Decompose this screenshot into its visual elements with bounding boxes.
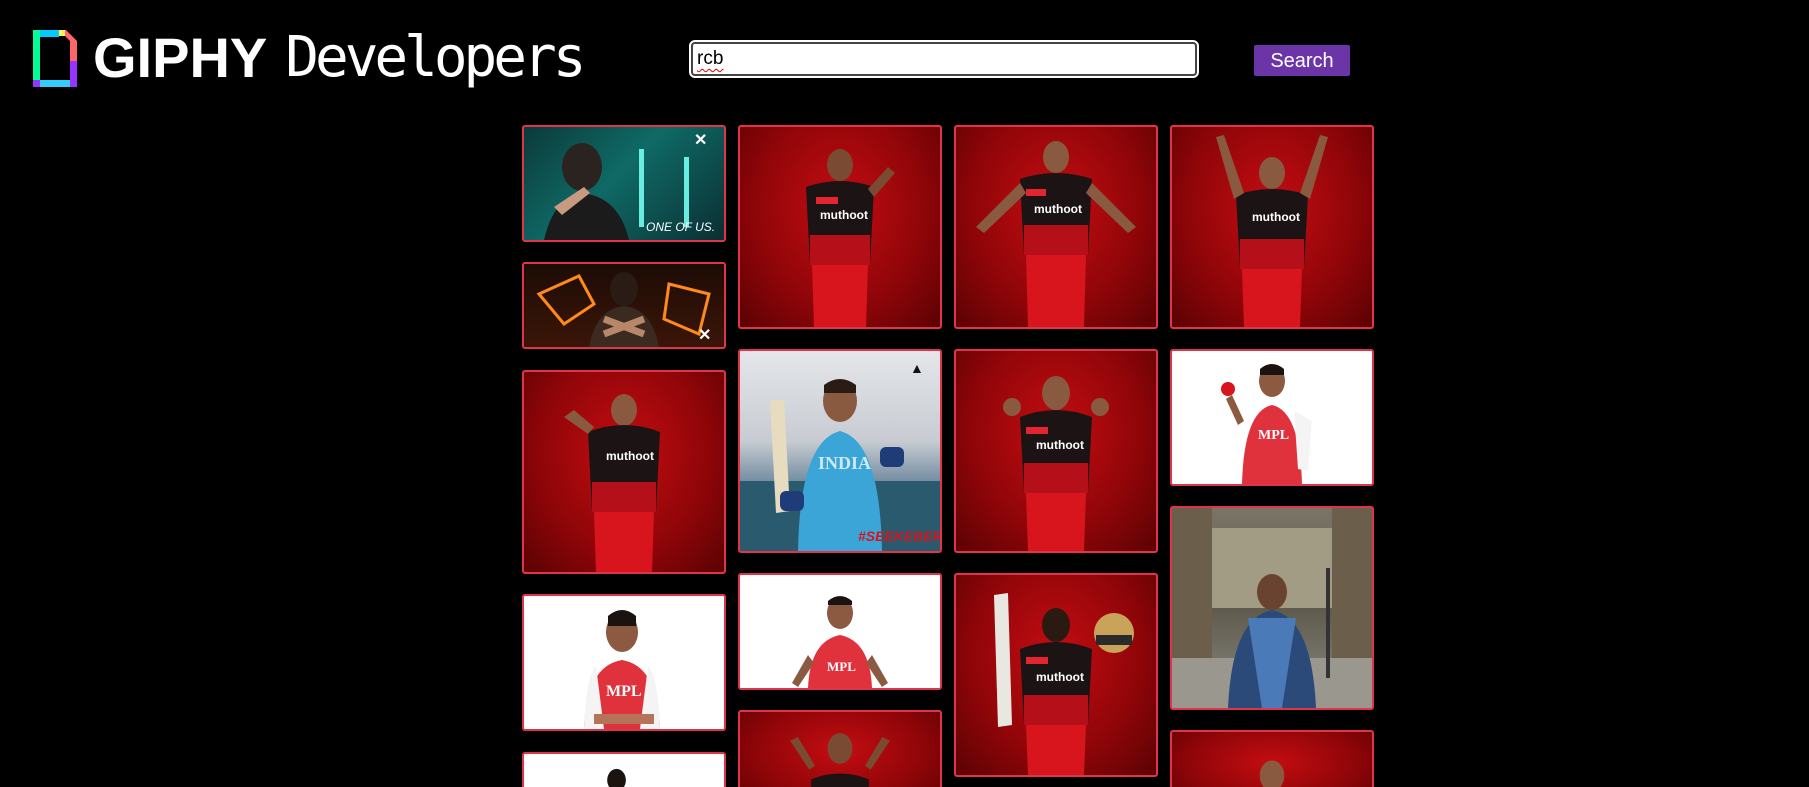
- gif-player-red-5[interactable]: muthoot: [954, 349, 1158, 553]
- gif-partial-white[interactable]: [522, 752, 726, 787]
- svg-text:✕: ✕: [698, 327, 711, 344]
- svg-text:muthoot: muthoot: [606, 449, 654, 463]
- gif-player-red-1[interactable]: muthoot: [738, 125, 942, 329]
- gif-player-red-4[interactable]: muthoot: [522, 370, 726, 574]
- gif-virat-india-bat[interactable]: INDIA ▲ #SEEKEBER: [738, 349, 942, 553]
- svg-text:MPL: MPL: [1258, 428, 1289, 443]
- gif-grid: ✕ ONE OF US. ✕ muthoot MPL muthoot INDIA…: [0, 0, 1809, 787]
- svg-text:muthoot: muthoot: [1036, 438, 1084, 452]
- gif-player-red-3[interactable]: muthoot: [1170, 125, 1374, 329]
- gif-virat-orange-neon[interactable]: ✕: [522, 262, 726, 349]
- brand-logo-icon: ✕: [694, 132, 707, 149]
- gif-player-red-2[interactable]: muthoot: [954, 125, 1158, 329]
- gif-caption: ONE OF US.: [646, 220, 715, 234]
- svg-text:muthoot: muthoot: [1034, 202, 1082, 216]
- gif-virat-mpl-thinking[interactable]: MPL: [522, 594, 726, 731]
- svg-text:muthoot: muthoot: [1252, 210, 1300, 224]
- svg-text:MPL: MPL: [606, 683, 642, 700]
- gif-virat-mpl-ball[interactable]: MPL: [1170, 349, 1374, 486]
- gif-partial-red-1[interactable]: [738, 710, 942, 787]
- svg-text:muthoot: muthoot: [1036, 670, 1084, 684]
- gif-player-red-helmet[interactable]: muthoot: [954, 573, 1158, 777]
- gif-virat-teal-neon[interactable]: ✕ ONE OF US.: [522, 125, 726, 242]
- gif-partial-red-2[interactable]: [1170, 730, 1374, 787]
- svg-text:INDIA: INDIA: [818, 453, 871, 473]
- gif-virat-street[interactable]: [1170, 506, 1374, 710]
- puma-icon: ▲: [910, 360, 924, 376]
- svg-text:#SEEKEBER: #SEEKEBER: [858, 528, 940, 544]
- gif-virat-mpl-cheer[interactable]: MPL: [738, 573, 942, 690]
- svg-text:muthoot: muthoot: [820, 208, 868, 222]
- svg-text:MPL: MPL: [827, 659, 856, 674]
